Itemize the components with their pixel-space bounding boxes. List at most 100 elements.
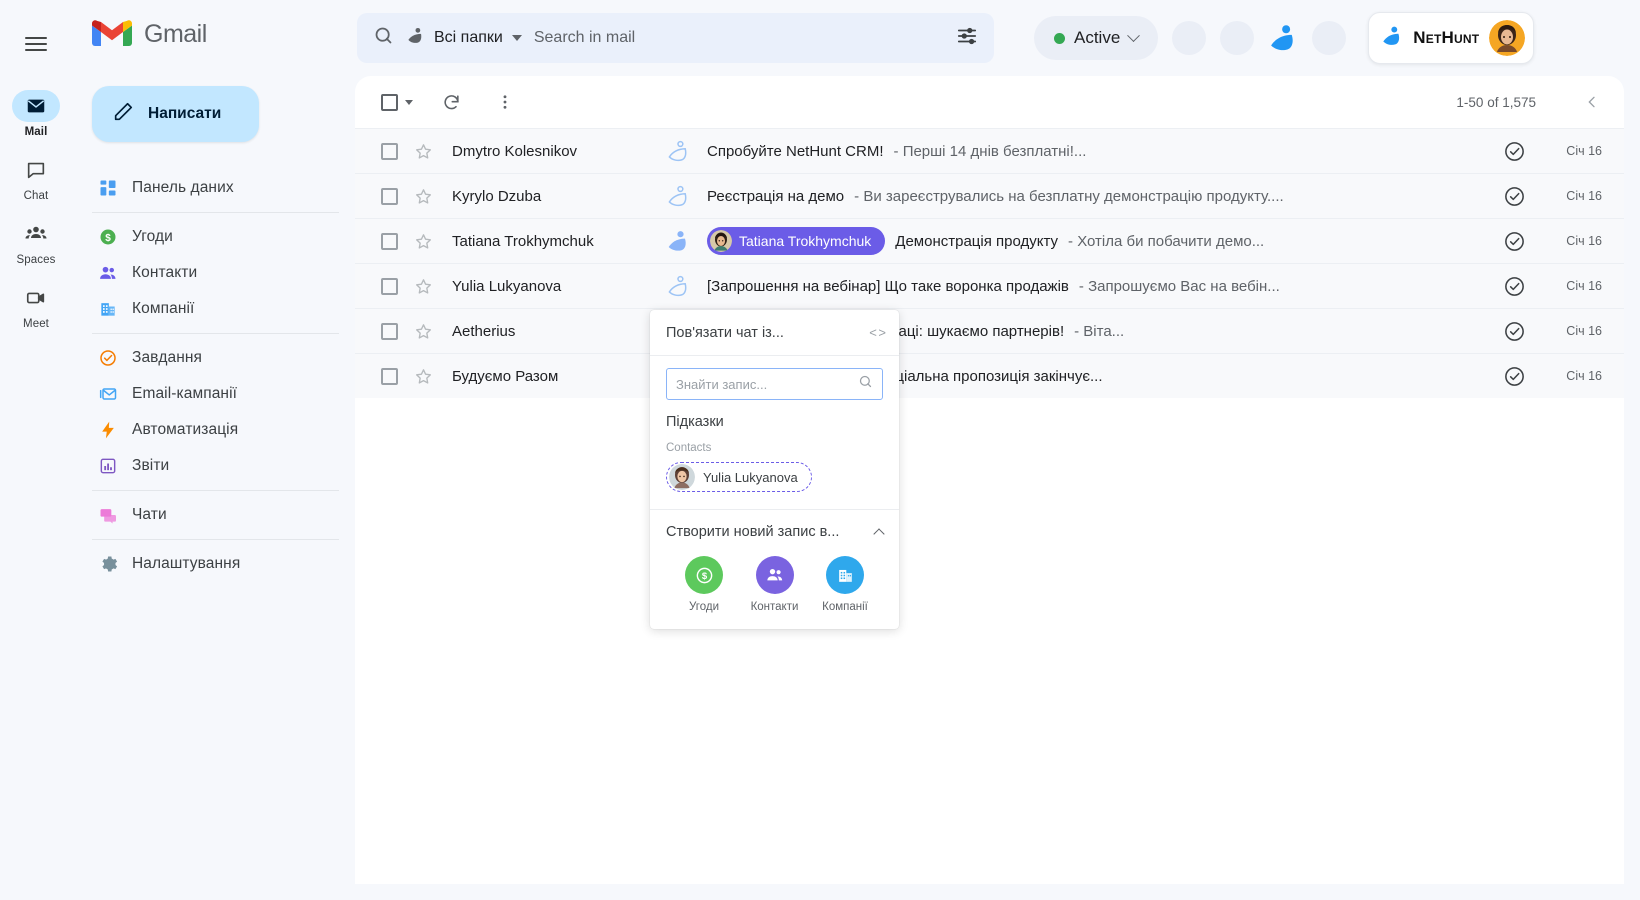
star-icon[interactable]	[414, 322, 442, 341]
svg-text:$: $	[105, 233, 111, 244]
spaces-icon	[12, 218, 60, 250]
select-all-checkbox[interactable]	[381, 94, 413, 111]
suggested-contact-chip[interactable]: Yulia Lukyanova	[666, 462, 812, 492]
status-chip[interactable]: Active	[1034, 16, 1158, 60]
companies-icon	[826, 556, 864, 594]
chevron-down-icon[interactable]	[512, 35, 522, 41]
sidebar-item-звіти[interactable]: Звіти	[92, 448, 339, 484]
email-subject: [Запрошення на вебінар] Що таке воронка …	[707, 278, 1069, 295]
search-bar[interactable]: Всі папки Search in mail	[357, 13, 994, 63]
account-box[interactable]: NetHunt	[1368, 12, 1534, 64]
table-row[interactable]: Dmytro KolesnikovСпробуйте NetHunt CRM! …	[355, 128, 1624, 173]
sidebar-item-налаштування[interactable]: Налаштування	[92, 546, 339, 582]
sidebar-item-автоматизація[interactable]: Автоматизація	[92, 412, 339, 448]
sidebar-item-label: Налаштування	[132, 555, 240, 573]
folder-label: Всі папки	[434, 29, 503, 47]
code-brackets-icon[interactable]: < >	[869, 325, 885, 340]
subject-cell: Реєстрація на демо - Ви зареєструвались …	[707, 188, 1492, 205]
check-circle-icon[interactable]	[1492, 140, 1536, 163]
gmail-brand: Gmail	[72, 0, 355, 68]
rail-item-spaces[interactable]: Spaces	[0, 218, 72, 266]
record-search-input[interactable]	[676, 377, 852, 392]
nethunt-outline-icon[interactable]	[663, 139, 693, 163]
search-options-icon[interactable]	[956, 25, 978, 52]
placeholder-button-1[interactable]	[1172, 21, 1206, 55]
search-placeholder[interactable]: Search in mail	[534, 29, 944, 47]
row-checkbox[interactable]	[381, 368, 398, 385]
linked-record-chip[interactable]: Tatiana Trokhymchuk	[707, 227, 885, 255]
record-search-field[interactable]	[666, 368, 883, 400]
star-icon[interactable]	[414, 277, 442, 296]
rail-item-chat[interactable]: Chat	[0, 154, 72, 202]
row-right: Січ 16	[1492, 140, 1608, 163]
row-checkbox[interactable]	[381, 188, 398, 205]
star-icon[interactable]	[414, 367, 442, 386]
create-record-контакти[interactable]: Контакти	[741, 556, 809, 613]
nav-group: Чати	[92, 490, 339, 539]
nethunt-logo-icon	[1381, 25, 1403, 52]
suggested-contact-name: Yulia Lukyanova	[703, 470, 798, 485]
refresh-icon[interactable]	[435, 86, 467, 118]
top-bar: Всі папки Search in mail Active	[355, 0, 1640, 76]
email-snippet: - Хотіла би побачити демо...	[1068, 233, 1264, 250]
hamburger-icon[interactable]	[12, 20, 60, 68]
rail-item-label: Chat	[24, 190, 49, 202]
compose-button[interactable]: Написати	[92, 86, 259, 142]
checkbox-icon[interactable]	[381, 94, 398, 111]
sidebar-item-компанії[interactable]: Компанії	[92, 291, 339, 327]
email-subject: Реєстрація на демо	[707, 188, 844, 205]
create-record-угоди[interactable]: $Угоди	[670, 556, 738, 613]
row-checkbox[interactable]	[381, 143, 398, 160]
nethunt-outline-icon[interactable]	[663, 184, 693, 208]
nethunt-filled-icon[interactable]	[663, 229, 693, 253]
sidebar-item-завдання[interactable]: Завдання	[92, 340, 339, 376]
check-circle-icon[interactable]	[1492, 185, 1536, 208]
avatar[interactable]	[1489, 20, 1525, 56]
check-circle-icon[interactable]	[1492, 230, 1536, 253]
sidebar-item-контакти[interactable]: Контакти	[92, 255, 339, 291]
sidebar-item-чати[interactable]: Чати	[92, 497, 339, 533]
folder-selector[interactable]: Всі папки	[406, 26, 522, 50]
sidebar-item-угоди[interactable]: $Угоди	[92, 219, 339, 255]
chevron-up-icon[interactable]	[873, 528, 884, 539]
placeholder-button-3[interactable]	[1312, 21, 1346, 55]
chevron-down-icon[interactable]	[1127, 29, 1140, 42]
star-icon[interactable]	[414, 187, 442, 206]
gmail-brand-name: Gmail	[144, 20, 207, 49]
check-circle-icon[interactable]	[1492, 275, 1536, 298]
nethunt-logo-icon[interactable]	[1268, 23, 1298, 53]
star-icon[interactable]	[414, 232, 442, 251]
sidebar-item-email-кампанії[interactable]: Email-кампанії	[92, 376, 339, 412]
star-icon[interactable]	[414, 142, 442, 161]
row-checkbox[interactable]	[381, 323, 398, 340]
category-label: Contacts	[666, 442, 883, 454]
more-vertical-icon[interactable]	[489, 86, 521, 118]
chevron-left-icon[interactable]	[1576, 86, 1608, 118]
table-row[interactable]: AetheriusНові можливості для співпраці: …	[355, 308, 1624, 353]
table-row[interactable]: Tatiana TrokhymchukTatiana TrokhymchukДе…	[355, 218, 1624, 263]
create-record-label: Створити новий запис в...	[666, 524, 839, 540]
row-checkbox[interactable]	[381, 233, 398, 250]
contacts-icon	[98, 263, 118, 283]
search-icon[interactable]	[858, 374, 873, 394]
chevron-down-icon[interactable]	[405, 100, 413, 105]
rail-item-meet[interactable]: Meet	[0, 282, 72, 330]
nethunt-outline-icon[interactable]	[663, 274, 693, 298]
check-circle-icon[interactable]	[1492, 320, 1536, 343]
sidebar-item-панель-даних[interactable]: Панель даних	[92, 170, 339, 206]
sidebar-item-label: Контакти	[132, 264, 197, 282]
search-icon[interactable]	[373, 25, 394, 51]
rail-item-mail[interactable]: Mail	[0, 90, 72, 138]
row-checkbox[interactable]	[381, 278, 398, 295]
table-row[interactable]: Yulia Lukyanova[Запрошення на вебінар] Щ…	[355, 263, 1624, 308]
nav-group: $Угоди Контакти Компанії	[92, 212, 339, 333]
compose-label: Написати	[148, 105, 221, 123]
meet-icon	[12, 282, 60, 314]
popup-header: Пов'язати чат із... < >	[650, 310, 899, 356]
create-record-компанії[interactable]: Компанії	[811, 556, 879, 613]
nav-group: ЗавданняEmail-кампаніїАвтоматизаціяЗвіти	[92, 333, 339, 490]
check-circle-icon[interactable]	[1492, 365, 1536, 388]
table-row[interactable]: Будуємо РазомdОстанній дзвінок! Спеціаль…	[355, 353, 1624, 398]
placeholder-button-2[interactable]	[1220, 21, 1254, 55]
table-row[interactable]: Kyrylo DzubaРеєстрація на демо - Ви заре…	[355, 173, 1624, 218]
